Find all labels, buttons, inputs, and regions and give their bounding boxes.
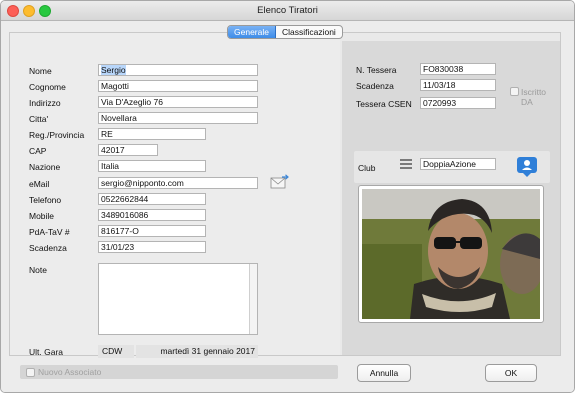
mobile-label: Mobile	[29, 211, 55, 221]
main-window: Elenco Tiratori Generale Classificazioni…	[0, 0, 575, 393]
cognome-field[interactable]: Magotti	[98, 80, 258, 92]
nazione-field[interactable]: Italia	[98, 160, 206, 172]
ult-gara-label: Ult. Gara	[29, 347, 64, 357]
membership-panel: N. Tessera FO830038 Scadenza 11/03/18 Is…	[342, 41, 560, 355]
club-list-icon[interactable]	[400, 159, 412, 169]
indirizzo-field[interactable]: Via D'Azeglio 76	[98, 96, 258, 108]
user-download-icon[interactable]	[516, 156, 538, 178]
club-field[interactable]: DoppiaAzione	[420, 158, 496, 170]
nome-label: Nome	[29, 66, 52, 76]
tessera-field[interactable]: FO830038	[420, 63, 496, 75]
tessera-scadenza-label: Scadenza	[356, 81, 394, 91]
title-bar: Elenco Tiratori	[1, 1, 574, 21]
tab-bar: Generale Classificazioni	[227, 25, 343, 39]
cap-label: CAP	[29, 146, 47, 156]
tab-generale[interactable]: Generale	[228, 26, 276, 38]
send-email-icon[interactable]	[270, 174, 290, 190]
note-scrollbar[interactable]	[249, 264, 257, 334]
scadenza-label: Scadenza	[29, 243, 67, 253]
nome-field[interactable]: Sergio	[98, 64, 258, 76]
provincia-label: Reg./Provincia	[29, 130, 85, 140]
tessera-csen-label: Tessera CSEN	[356, 99, 412, 109]
club-label: Club	[358, 163, 376, 173]
note-label: Note	[29, 265, 47, 275]
tessera-label: N. Tessera	[356, 65, 397, 75]
nuovo-associato-label: Nuovo Associato	[38, 367, 102, 377]
iscritto-da-label: Iscritto DA	[521, 87, 547, 107]
telefono-field[interactable]: 0522662844	[98, 193, 206, 205]
cap-field[interactable]: 42017	[98, 144, 158, 156]
tab-classificazioni[interactable]: Classificazioni	[276, 26, 342, 38]
email-field[interactable]: sergio@nipponto.com	[98, 177, 258, 189]
member-photo	[362, 189, 540, 319]
cognome-label: Cognome	[29, 82, 66, 92]
note-textarea[interactable]	[98, 263, 258, 335]
telefono-label: Telefono	[29, 195, 62, 205]
iscritto-da-checkbox[interactable]	[510, 87, 519, 96]
member-photo-frame	[358, 185, 544, 323]
citta-field[interactable]: Novellara	[98, 112, 258, 124]
email-label: eMail	[29, 179, 50, 189]
nazione-label: Nazione	[29, 162, 61, 172]
ult-gara-code: CDW	[98, 345, 134, 358]
mobile-field[interactable]: 3489016086	[98, 209, 206, 221]
scadenza-field[interactable]: 31/01/23	[98, 241, 206, 253]
ult-gara-date: martedì 31 gennaio 2017	[136, 345, 258, 358]
pda-tav-field[interactable]: 816177-O	[98, 225, 206, 237]
cancel-button[interactable]: Annulla	[357, 364, 411, 382]
content-panel: Nome Sergio Cognome Magotti Indirizzo Vi…	[9, 32, 561, 358]
window-title: Elenco Tiratori	[257, 5, 318, 16]
pda-tav-label: PdA-TaV #	[29, 227, 70, 237]
tessera-scadenza-field[interactable]: 11/03/18	[420, 79, 496, 91]
nuovo-associato-checkbox[interactable]	[26, 368, 35, 377]
tessera-csen-field[interactable]: 0720993	[420, 97, 496, 109]
indirizzo-label: Indirizzo	[29, 98, 61, 108]
provincia-field[interactable]: RE	[98, 128, 206, 140]
citta-label: Citta'	[29, 114, 49, 124]
nome-value: Sergio	[101, 65, 126, 75]
ok-button[interactable]: OK	[485, 364, 537, 382]
general-form: Nome Sergio Cognome Magotti Indirizzo Vi…	[10, 33, 340, 358]
